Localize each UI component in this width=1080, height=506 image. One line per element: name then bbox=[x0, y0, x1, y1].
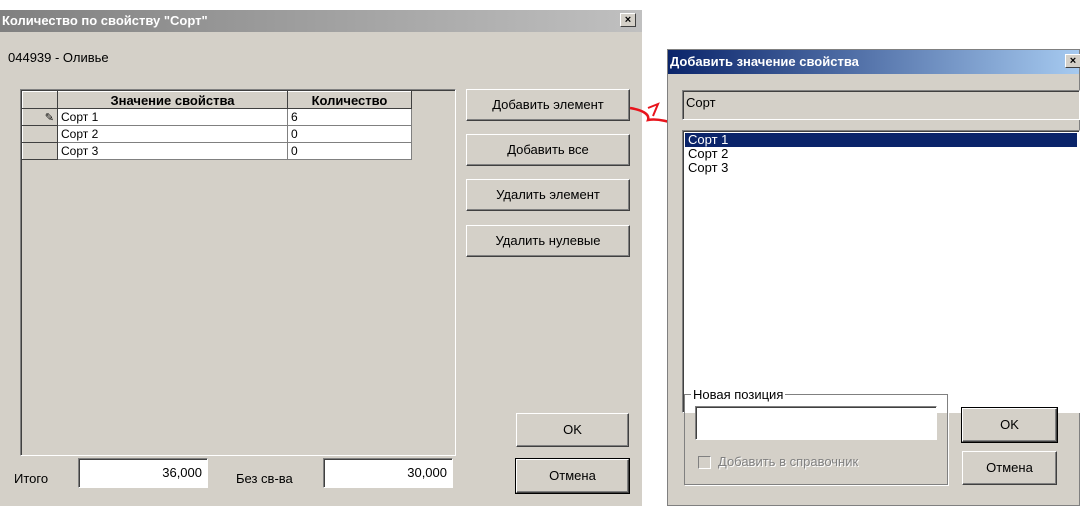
cell-quantity[interactable]: 0 bbox=[287, 142, 412, 160]
ok-button[interactable]: OK bbox=[516, 413, 629, 447]
total-value: 36,000 bbox=[162, 465, 202, 480]
table-row[interactable]: Сорт 3 0 bbox=[22, 142, 412, 160]
add-property-value-dialog: Добавить значение свойства × Сорт Сорт 1… bbox=[667, 49, 1080, 506]
cell-value[interactable]: Сорт 1 bbox=[57, 108, 288, 126]
close-icon[interactable]: × bbox=[1065, 54, 1080, 68]
property-name-field: Сорт bbox=[682, 90, 1080, 120]
column-header-value[interactable]: Значение свойства bbox=[57, 91, 288, 109]
close-icon[interactable]: × bbox=[620, 13, 636, 27]
quantity-by-property-dialog: Количество по свойству "Сорт" × 044939 -… bbox=[0, 10, 642, 506]
cell-quantity[interactable]: 6 bbox=[287, 108, 412, 126]
cell-quantity[interactable]: 0 bbox=[287, 125, 412, 143]
list-item[interactable]: Сорт 2 bbox=[685, 147, 1077, 161]
ok-button[interactable]: OK bbox=[961, 407, 1058, 443]
dialog-title: Количество по свойству "Сорт" bbox=[0, 10, 642, 32]
list-item[interactable]: Сорт 1 bbox=[685, 133, 1077, 147]
add-to-directory-checkbox[interactable] bbox=[698, 456, 711, 469]
total-field[interactable]: 36,000 bbox=[78, 458, 208, 488]
add-to-directory-label: Добавить в справочник bbox=[718, 454, 859, 469]
row-indicator bbox=[22, 125, 58, 143]
product-label: 044939 - Оливье bbox=[8, 50, 109, 65]
without-property-value: 30,000 bbox=[407, 465, 447, 480]
dialog-title: Добавить значение свойства bbox=[668, 50, 1079, 74]
new-position-label: Новая позиция bbox=[693, 387, 784, 402]
cancel-button[interactable]: Отмена bbox=[962, 451, 1057, 485]
cell-value[interactable]: Сорт 2 bbox=[57, 125, 288, 143]
values-listbox[interactable]: Сорт 1 Сорт 2 Сорт 3 bbox=[682, 130, 1080, 413]
grid-header-row: Значение свойства Количество bbox=[22, 91, 412, 109]
new-position-input[interactable] bbox=[695, 406, 937, 440]
cell-value[interactable]: Сорт 3 bbox=[57, 142, 288, 160]
grid-table: Значение свойства Количество ✎ Сорт 1 6 … bbox=[22, 91, 412, 160]
list-item[interactable]: Сорт 3 bbox=[685, 161, 1077, 175]
grid-corner bbox=[22, 91, 58, 109]
column-header-quantity[interactable]: Количество bbox=[287, 91, 412, 109]
add-all-button[interactable]: Добавить все bbox=[466, 134, 630, 166]
delete-element-button[interactable]: Удалить элемент bbox=[466, 179, 630, 211]
property-name: Сорт bbox=[686, 95, 716, 110]
without-property-field[interactable]: 30,000 bbox=[323, 458, 453, 488]
table-row[interactable]: Сорт 2 0 bbox=[22, 125, 412, 143]
add-element-button[interactable]: Добавить элемент bbox=[466, 89, 630, 121]
row-indicator-edit-icon: ✎ bbox=[22, 108, 58, 126]
quantity-grid[interactable]: Значение свойства Количество ✎ Сорт 1 6 … bbox=[20, 89, 456, 456]
without-property-label: Без св-ва bbox=[236, 471, 293, 486]
cancel-button[interactable]: Отмена bbox=[515, 458, 630, 494]
table-row[interactable]: ✎ Сорт 1 6 bbox=[22, 108, 412, 126]
total-label: Итого bbox=[14, 471, 49, 486]
row-indicator bbox=[22, 142, 58, 160]
delete-zero-button[interactable]: Удалить нулевые bbox=[466, 225, 630, 257]
